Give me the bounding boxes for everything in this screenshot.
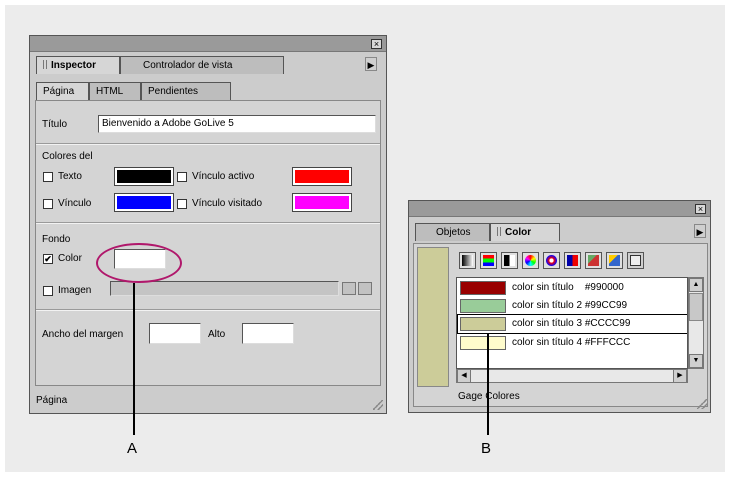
vinculo-label: Vínculo [58, 198, 92, 209]
imagen-url-field[interactable] [110, 281, 339, 296]
swatch-chip [460, 299, 506, 313]
fondo-heading: Fondo [42, 234, 71, 245]
texto-checkbox[interactable] [43, 172, 53, 182]
scroll-right-icon[interactable]: ▶ [673, 369, 687, 383]
hsv-picker-icon[interactable] [543, 252, 560, 269]
palette-menu-arrow-icon[interactable]: ▶ [365, 57, 377, 71]
scroll-thumb[interactable] [689, 293, 703, 321]
tab-grip-icon [43, 60, 47, 69]
vinculo-checkbox[interactable] [43, 199, 53, 209]
list-item[interactable]: color sin título #990000 [458, 279, 687, 297]
titulo-label: Título [42, 119, 68, 130]
alto-label: Alto [208, 329, 226, 340]
imagen-label: Imagen [58, 285, 92, 296]
color-palette-close-button[interactable]: × [695, 204, 706, 214]
alto-input[interactable] [242, 323, 294, 344]
tab-pendientes[interactable]: Pendientes [141, 82, 231, 100]
tab-controlador-de-vista[interactable]: Controlador de vista [120, 56, 284, 74]
tab-grip-icon [497, 227, 501, 236]
scroll-down-icon[interactable]: ▼ [689, 354, 703, 368]
tab-inspector[interactable]: Inspector [36, 56, 120, 74]
texto-color-swatch[interactable] [114, 167, 174, 186]
vinculo-visitado-label: Vínculo visitado [192, 198, 263, 209]
section-divider [36, 143, 380, 145]
vinculo-activo-color-swatch[interactable] [292, 167, 352, 186]
color-wheel-icon[interactable] [522, 252, 539, 269]
color-palette: × Objetos Color ▶ color sin título #9900… [408, 200, 711, 413]
highlight-oval [96, 243, 182, 283]
scroll-up-icon[interactable]: ▲ [689, 278, 703, 292]
ancho-margen-input[interactable] [149, 323, 201, 344]
rgb-slider-icon[interactable] [480, 252, 497, 269]
callout-label-a: A [127, 440, 138, 457]
vinculo-visitado-color-swatch[interactable] [292, 193, 352, 212]
swatch-chip [460, 317, 506, 331]
tab-objetos[interactable]: Objetos [415, 223, 490, 241]
inspector-sub-tabs: Página HTML Pendientes [36, 82, 286, 100]
callout-line-a [133, 283, 135, 435]
callout-line-b [487, 333, 489, 435]
ancho-margen-label: Ancho del margen [42, 329, 124, 340]
palette-menu-arrow-icon[interactable]: ▶ [694, 224, 706, 238]
pagina-pane: Título Bienvenido a Adobe GoLive 5 Color… [35, 100, 381, 386]
vinculo-color-swatch[interactable] [114, 193, 174, 212]
resize-grip-icon[interactable] [373, 400, 383, 410]
texto-color-fill [117, 170, 171, 183]
section-divider [36, 309, 380, 311]
indexed-color-icon[interactable] [564, 252, 581, 269]
imagen-checkbox[interactable] [43, 286, 53, 296]
color-palette-tabs: Objetos Color [415, 223, 565, 241]
swatch-chip [460, 336, 506, 350]
scroll-left-icon[interactable]: ◀ [457, 369, 471, 383]
cmyk-slider-icon[interactable] [501, 252, 518, 269]
vinculo-activo-checkbox[interactable] [177, 172, 187, 182]
vinculo-visitado-color-fill [295, 196, 349, 209]
inspector-close-button[interactable]: × [371, 39, 382, 49]
callout-label-b: B [481, 440, 492, 457]
titulo-input[interactable]: Bienvenido a Adobe GoLive 5 [98, 115, 376, 133]
web-color-icon[interactable] [585, 252, 602, 269]
tab-color[interactable]: Color [490, 223, 560, 241]
named-color-icon[interactable] [606, 252, 623, 269]
list-item[interactable]: color sin título 4 #FFFCCC [458, 334, 687, 352]
swatch-chip [460, 281, 506, 295]
folder-icon[interactable] [342, 282, 356, 295]
inspector-main-tabs: Inspector Controlador de vista [36, 56, 381, 74]
current-color-preview [417, 247, 449, 387]
inspector-status-text: Página [36, 395, 68, 406]
color-palette-titlebar[interactable]: × [409, 201, 710, 217]
texto-label: Texto [58, 171, 82, 182]
vinculo-activo-color-fill [295, 170, 349, 183]
grayscale-slider-icon[interactable] [459, 252, 476, 269]
vinculo-color-fill [117, 196, 171, 209]
colores-heading: Colores del [42, 151, 93, 162]
vinculo-visitado-checkbox[interactable] [177, 199, 187, 209]
resize-grip-icon[interactable] [697, 399, 707, 409]
list-item-selected[interactable]: color sin título 3 #CCCC99 [457, 314, 687, 334]
point-and-shoot-icon[interactable] [358, 282, 372, 295]
vertical-scrollbar[interactable]: ▲ ▼ [688, 277, 704, 369]
inspector-titlebar[interactable]: × [30, 36, 386, 52]
fondo-color-label: Color [58, 253, 82, 264]
section-divider [36, 222, 380, 224]
fondo-color-checkbox[interactable]: ✔ [43, 254, 53, 264]
tab-pagina[interactable]: Página [36, 82, 89, 100]
vinculo-activo-label: Vínculo activo [192, 171, 255, 182]
site-colors-icon[interactable] [627, 252, 644, 269]
inspector-palette: × Inspector Controlador de vista ▶ Págin… [29, 35, 387, 414]
tab-html[interactable]: HTML [89, 82, 141, 100]
horizontal-scrollbar[interactable]: ◀ ▶ [456, 369, 688, 383]
color-swatch-list[interactable]: color sin título #990000 color sin títul… [456, 277, 688, 369]
list-item[interactable]: color sin título 2 #99CC99 [458, 297, 687, 315]
